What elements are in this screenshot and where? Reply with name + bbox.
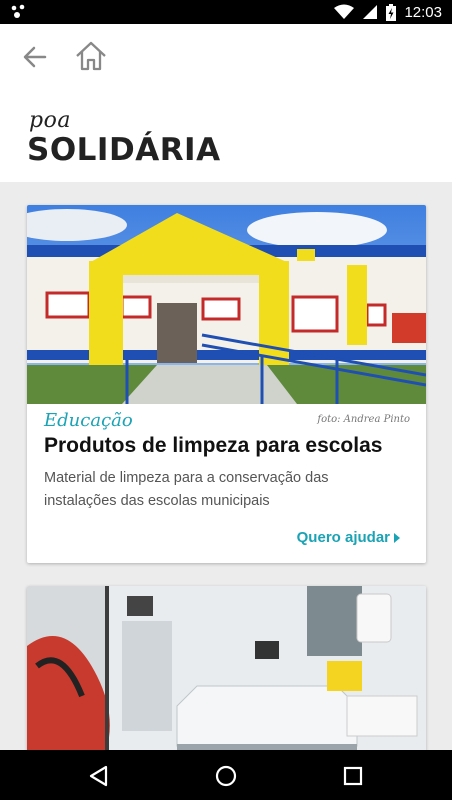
- chevron-right-icon: [394, 532, 400, 543]
- help-button[interactable]: Quero ajudar: [297, 529, 400, 546]
- status-bar: 12:03: [0, 0, 452, 24]
- battery-icon: [386, 3, 397, 21]
- system-nav-bar: [0, 750, 452, 800]
- home-icon[interactable]: [74, 40, 108, 72]
- card-title: Produtos de limpeza para escolas: [44, 434, 383, 457]
- back-triangle-icon[interactable]: [86, 763, 112, 789]
- campaign-card[interactable]: Educação foto: Andrea Pinto Produtos de …: [27, 205, 426, 563]
- card-category: Educação: [44, 410, 133, 431]
- recents-square-icon[interactable]: [340, 763, 366, 789]
- hospital-room-photo: [27, 586, 426, 750]
- wifi-icon: [334, 4, 355, 19]
- content-list[interactable]: Educação foto: Andrea Pinto Produtos de …: [0, 182, 452, 750]
- home-circle-icon[interactable]: [213, 763, 239, 789]
- notification-dots-icon: [11, 4, 25, 18]
- photo-credit: foto: Andrea Pinto: [317, 414, 410, 425]
- card-description: Material de limpeza para a conservação d…: [44, 470, 329, 509]
- status-time: 12:03: [404, 3, 442, 21]
- logo-solidaria: SOLIDÁRIA: [27, 132, 221, 168]
- school-building-photo: [27, 205, 426, 404]
- back-arrow-icon[interactable]: [20, 42, 50, 72]
- logo-poa: poa: [29, 108, 71, 133]
- campaign-card[interactable]: [27, 586, 426, 750]
- signal-icon: [363, 5, 378, 19]
- card-meta: Educação foto: Andrea Pinto: [44, 410, 410, 434]
- help-button-label: Quero ajudar: [296, 529, 390, 546]
- app-header: poa SOLIDÁRIA: [0, 24, 452, 182]
